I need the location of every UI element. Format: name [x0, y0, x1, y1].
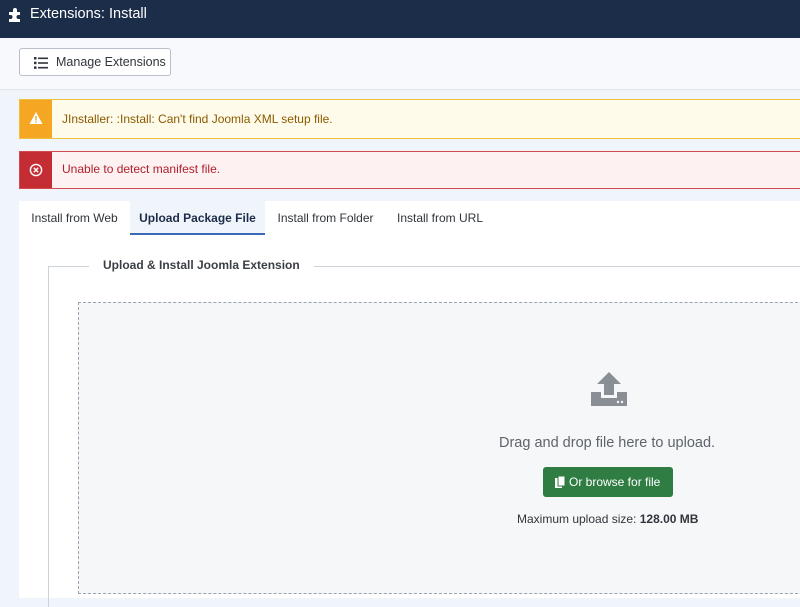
tab-install-from-web[interactable]: Install from Web: [19, 201, 130, 235]
max-upload-value: 128.00 MB: [639, 512, 699, 526]
copy-icon: [555, 476, 566, 488]
fieldset-legend: Upload & Install Joomla Extension: [89, 258, 314, 272]
error-alert: Unable to detect manifest file.: [19, 151, 800, 189]
warning-alert: JInstaller: :Install: Can't find Joomla …: [19, 99, 800, 139]
upload-icon: [591, 372, 627, 406]
app-header: Extensions: Install: [0, 0, 800, 38]
browse-file-button[interactable]: Or browse for file: [543, 467, 673, 497]
manage-extensions-label: Manage Extensions: [56, 55, 166, 69]
browse-file-label: Or browse for file: [569, 475, 661, 489]
max-upload-label: Maximum upload size:: [517, 512, 637, 526]
install-tabs: Install from Web Upload Package File Ins…: [19, 201, 800, 236]
puzzle-icon: [9, 8, 20, 22]
warning-icon: [29, 112, 43, 124]
warning-message: JInstaller: :Install: Can't find Joomla …: [62, 112, 333, 126]
toolbar: Manage Extensions: [0, 38, 800, 90]
error-circle-icon: [29, 163, 43, 177]
page-title: Extensions: Install: [30, 6, 147, 22]
max-upload-size: Maximum upload size: 128.00 MB: [517, 512, 698, 526]
upload-dropzone[interactable]: Drag and drop file here to upload. Or br…: [78, 302, 800, 594]
drag-drop-text: Drag and drop file here to upload.: [499, 435, 716, 451]
manage-extensions-button[interactable]: Manage Extensions: [19, 48, 171, 76]
tab-upload-package-file[interactable]: Upload Package File: [130, 201, 265, 235]
list-icon: [34, 57, 48, 69]
upload-panel: Upload & Install Joomla Extension Drag a…: [19, 235, 800, 607]
error-message: Unable to detect manifest file.: [62, 162, 221, 176]
tab-install-from-folder[interactable]: Install from Folder: [265, 201, 386, 235]
tab-install-from-url[interactable]: Install from URL: [386, 201, 494, 235]
